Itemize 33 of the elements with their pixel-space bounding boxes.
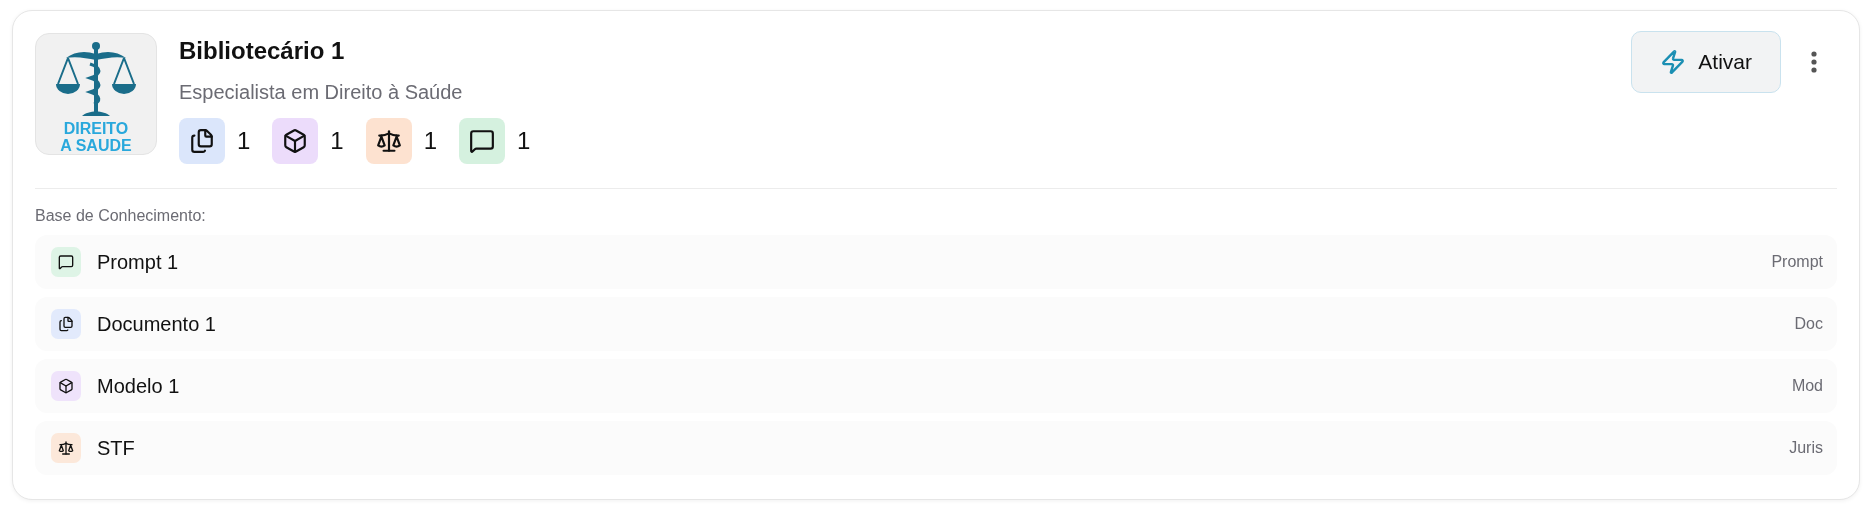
resource-count: 1 — [237, 127, 251, 155]
activate-button[interactable]: Ativar — [1631, 31, 1781, 93]
scales-icon — [375, 128, 402, 154]
item-label: Prompt 1 — [97, 250, 180, 274]
kebab-icon — [1811, 51, 1817, 73]
logo-text: A SAUDE — [60, 137, 132, 154]
chat-icon — [58, 254, 74, 270]
resource-count: 1 — [423, 127, 438, 155]
item-label: Modelo 1 — [97, 374, 181, 398]
chat-icon — [469, 128, 496, 154]
agent-subtitle: Especialista em Direito à Saúde — [179, 81, 464, 104]
cube-icon — [282, 128, 309, 154]
scales-icon — [58, 440, 74, 456]
cube-icon — [58, 378, 74, 394]
more-menu-button[interactable] — [1811, 51, 1817, 73]
knowledge-row[interactable]: Prompt 1 Prompt — [35, 235, 1837, 289]
item-label: STF — [97, 436, 136, 460]
item-type: Prompt — [1771, 253, 1823, 271]
lightning-icon — [1660, 49, 1687, 75]
files-icon — [189, 128, 215, 154]
files-icon — [58, 316, 74, 332]
knowledge-row[interactable]: Modelo 1 Mod — [35, 359, 1837, 413]
resource-count: 1 — [330, 127, 344, 155]
knowledge-row[interactable]: Documento 1 Doc — [35, 297, 1837, 351]
item-type: Mod — [1791, 377, 1823, 395]
resource-count: 1 — [517, 127, 531, 155]
item-label: Documento 1 — [97, 312, 217, 336]
logo-text: DIREITO — [63, 120, 129, 137]
knowledge-row[interactable]: STF Juris — [35, 421, 1837, 475]
item-type: Doc — [1794, 315, 1823, 333]
agent-name: Bibliotecário 1 — [179, 37, 346, 65]
item-type: Juris — [1789, 439, 1823, 457]
section-title: Base de Conhecimento: — [35, 207, 207, 225]
